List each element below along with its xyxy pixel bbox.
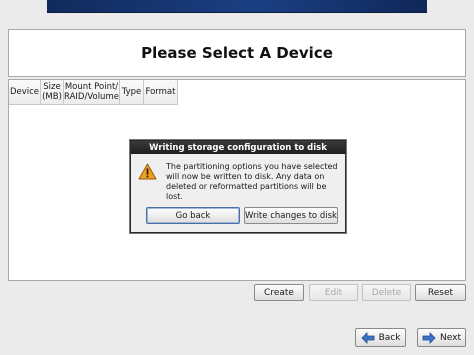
table-header: Device Size (MB) Mount Point/ RAID/Volum…	[9, 80, 178, 105]
go-back-button[interactable]: Go back	[146, 207, 240, 224]
write-changes-button[interactable]: Write changes to disk	[244, 207, 338, 224]
column-header-type[interactable]: Type	[120, 80, 144, 104]
page-title: Please Select A Device	[141, 44, 333, 62]
next-button[interactable]: Next	[417, 328, 466, 347]
column-header-mount-point[interactable]: Mount Point/ RAID/Volume	[64, 80, 120, 104]
column-header-size[interactable]: Size (MB)	[41, 80, 64, 104]
title-panel: Please Select A Device	[8, 29, 466, 77]
reset-button[interactable]: Reset	[415, 284, 466, 301]
column-header-format[interactable]: Format	[144, 80, 178, 104]
arrow-right-icon	[422, 331, 436, 344]
back-button-label: Back	[378, 332, 401, 343]
back-button[interactable]: Back	[355, 328, 406, 347]
delete-button[interactable]: Delete	[362, 284, 411, 301]
dialog-title: Writing storage configuration to disk	[131, 141, 345, 154]
edit-button[interactable]: Edit	[309, 284, 358, 301]
column-header-device[interactable]: Device	[9, 80, 41, 104]
header-banner	[47, 0, 427, 13]
create-button[interactable]: Create	[254, 284, 304, 301]
warning-icon	[138, 163, 157, 180]
dialog-message: The partitioning options you have select…	[166, 162, 338, 201]
next-button-label: Next	[440, 332, 461, 343]
dialog-body: The partitioning options you have select…	[138, 162, 342, 202]
arrow-left-icon	[360, 331, 375, 344]
write-confirm-dialog: Writing storage configuration to disk Th…	[130, 140, 346, 233]
